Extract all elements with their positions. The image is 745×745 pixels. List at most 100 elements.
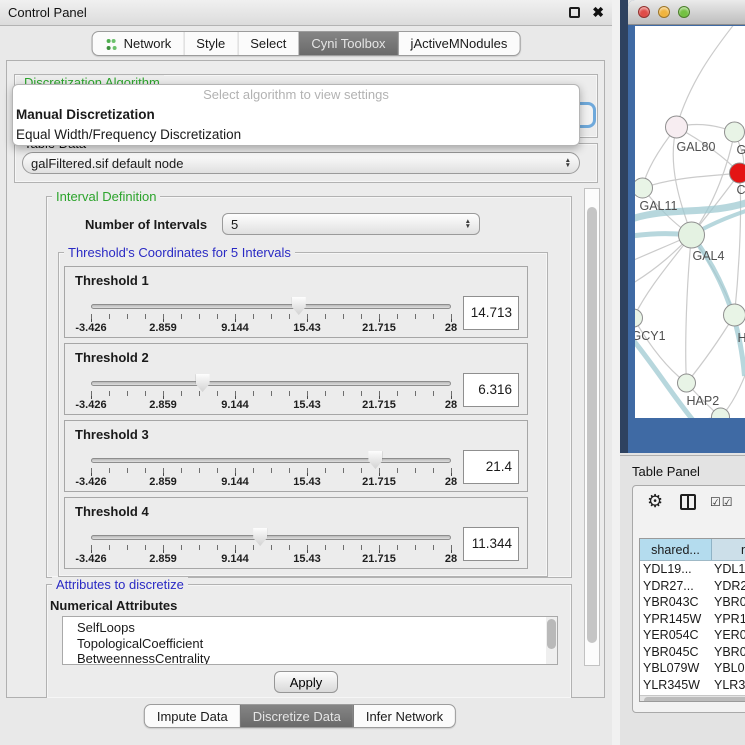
tab-cyni-toolbox[interactable]: Cyni Toolbox (298, 32, 397, 55)
attribute-item-topologicalcoefficient[interactable]: TopologicalCoefficient (77, 636, 557, 652)
threshold-card: Threshold 1 -3.4262.8599.14415.4321.7152… (64, 266, 528, 338)
tick-label: 21.715 (362, 399, 396, 411)
attributes-scrollbar-thumb[interactable] (547, 619, 556, 649)
table-data-combo-value: galFiltered.sif default node (31, 156, 559, 171)
threshold-value-field[interactable]: 11.344 (463, 527, 519, 561)
zoom-traffic-light-icon[interactable] (678, 6, 690, 18)
slider-minor-ticks (91, 468, 452, 473)
table-row[interactable]: YBR043CYBR0 (640, 594, 745, 611)
cell-name: YDL1 (714, 561, 745, 578)
threshold-value-field[interactable]: 21.4 (463, 450, 519, 484)
threshold-slider-track[interactable] (91, 458, 451, 463)
number-of-intervals-combo[interactable]: 5 ▲▼ (222, 213, 480, 235)
panel-scrollbar-thumb[interactable] (587, 207, 597, 643)
control-panel-window: Control Panel ✖ NetworkStyleSelectCyni T… (0, 0, 612, 745)
network-node-gal11[interactable] (635, 178, 653, 198)
numerical-attributes-heading: Numerical Attributes (50, 598, 177, 613)
bottom-tab-impute-data[interactable]: Impute Data (145, 705, 240, 727)
algorithm-option-equal-width-frequency[interactable]: Equal Width/Frequency Discretization (13, 125, 579, 145)
table-data-combo[interactable]: galFiltered.sif default node ▲▼ (22, 152, 580, 174)
network-node-c[interactable] (730, 163, 745, 183)
node-label: GAL80 (677, 140, 716, 154)
threshold-slider-thumb[interactable] (292, 297, 306, 315)
close-traffic-light-icon[interactable] (638, 6, 650, 18)
tick-label: 2.859 (149, 553, 177, 565)
table-row[interactable]: YDR27...YDR2 (640, 578, 745, 595)
numerical-attributes-list[interactable]: SelfLoopsTopologicalCoefficientBetweenne… (62, 616, 558, 665)
bottom-tab-infer-network[interactable]: Infer Network (353, 705, 455, 727)
minimize-traffic-light-icon[interactable] (658, 6, 670, 18)
network-edge (643, 173, 740, 188)
tick-label: 15.43 (293, 399, 321, 411)
node-label: GAL11 (640, 199, 678, 213)
table-row[interactable]: YBL079WYBL0 (640, 660, 745, 677)
network-node-gcy1[interactable] (635, 309, 643, 327)
close-icon[interactable]: ✖ (592, 7, 604, 18)
table-row[interactable]: YDL19...YDL1 (640, 561, 745, 578)
network-node-ga[interactable] (725, 122, 745, 142)
slider-tick-labels: -3.4262.8599.14415.4321.71528 (65, 553, 527, 567)
network-node-gal80[interactable] (666, 116, 688, 138)
threshold-card: Threshold 3 -3.4262.8599.14415.4321.7152… (64, 420, 528, 492)
tick-label: 9.144 (221, 553, 249, 565)
table-row[interactable]: YER054CYER0 (640, 627, 745, 644)
attributes-to-discretize-label: Attributes to discretize (52, 577, 188, 592)
attributes-list-scrollbar[interactable] (546, 617, 557, 664)
float-window-icon[interactable] (569, 7, 580, 18)
table-row[interactable]: YBR045CYBR0 (640, 644, 745, 661)
number-of-intervals-label: Number of Intervals (85, 217, 207, 232)
threshold-value-field[interactable]: 14.713 (463, 296, 519, 330)
cell-name: YBR0 (714, 594, 745, 611)
network-edge (686, 235, 692, 383)
table-row[interactable]: YPR145WYPR1 (640, 611, 745, 628)
network-node-gal4[interactable] (679, 222, 705, 248)
column-header-name[interactable]: n (712, 539, 745, 560)
tick-label: 28 (445, 553, 457, 565)
node-label: GA (737, 143, 745, 157)
threshold-slider-thumb[interactable] (368, 451, 382, 469)
node-table-rows: YDL19...YDL1YDR27...YDR2YBR043CYBR0YPR14… (640, 561, 745, 693)
threshold-slider-track[interactable] (91, 381, 451, 386)
bottom-tab-discretize-data[interactable]: Discretize Data (240, 705, 353, 727)
threshold-slider-track[interactable] (91, 535, 451, 540)
apply-button[interactable]: Apply (274, 671, 338, 693)
tab-network[interactable]: Network (93, 32, 184, 55)
network-canvas[interactable]: GAL80GACGAL11GAL4GCY1HHAP2 (635, 26, 745, 418)
table-row[interactable]: YLR345WYLR3 (640, 677, 745, 694)
threshold-slider-thumb[interactable] (253, 528, 267, 546)
algorithm-option-manual-discretization[interactable]: Manual Discretization (13, 105, 579, 125)
tick-label: 2.859 (149, 322, 177, 334)
panel-vertical-scrollbar[interactable] (584, 188, 600, 666)
tab-jactivemnodules[interactable]: jActiveMNodules (398, 32, 520, 55)
table-scrollbar-thumb[interactable] (644, 697, 745, 702)
threshold-card: Threshold 4 -3.4262.8599.14415.4321.7152… (64, 497, 528, 569)
tab-select[interactable]: Select (237, 32, 298, 55)
network-edge (635, 417, 721, 418)
tick-label: 9.144 (221, 476, 249, 488)
cell-name: YLR3 (714, 677, 745, 694)
column-layout-icon[interactable] (680, 494, 696, 510)
network-node-h[interactable] (724, 304, 745, 326)
combo-stepper-icon: ▲▼ (565, 158, 571, 168)
tab-style[interactable]: Style (183, 32, 237, 55)
control-panel-tab-bar: NetworkStyleSelect Cyni Toolbox jActiveMNo… (92, 31, 521, 56)
table-horizontal-scrollbar[interactable] (640, 695, 745, 702)
threshold-slider-track[interactable] (91, 304, 451, 309)
tick-label: -3.426 (75, 476, 106, 488)
cyni-bottom-tab-bar: Impute DataDiscretize DataInfer Network (144, 704, 456, 728)
select-columns-checkboxes-icon[interactable]: ☑☑ (710, 495, 734, 509)
tick-label: -3.426 (75, 399, 106, 411)
node-table-header: shared... n (640, 539, 745, 561)
threshold-label: Threshold 3 (75, 427, 149, 442)
threshold-value-field[interactable]: 6.316 (463, 373, 519, 407)
attribute-item-betweennesscentrality[interactable]: BetweennessCentrality (77, 651, 557, 665)
table-panel-title: Table Panel (632, 464, 700, 479)
tab-label: Cyni Toolbox (311, 36, 385, 51)
network-node-hap2[interactable] (678, 374, 696, 392)
table-settings-gear-icon[interactable]: ⚙ (647, 491, 663, 512)
network-graph[interactable]: GAL80GACGAL11GAL4GCY1HHAP2 (635, 26, 745, 418)
threshold-slider-thumb[interactable] (196, 374, 210, 392)
attribute-item-selfloops[interactable]: SelfLoops (77, 620, 557, 636)
threshold-label: Threshold 2 (75, 350, 149, 365)
column-header-shared-name[interactable]: shared... (640, 539, 712, 560)
